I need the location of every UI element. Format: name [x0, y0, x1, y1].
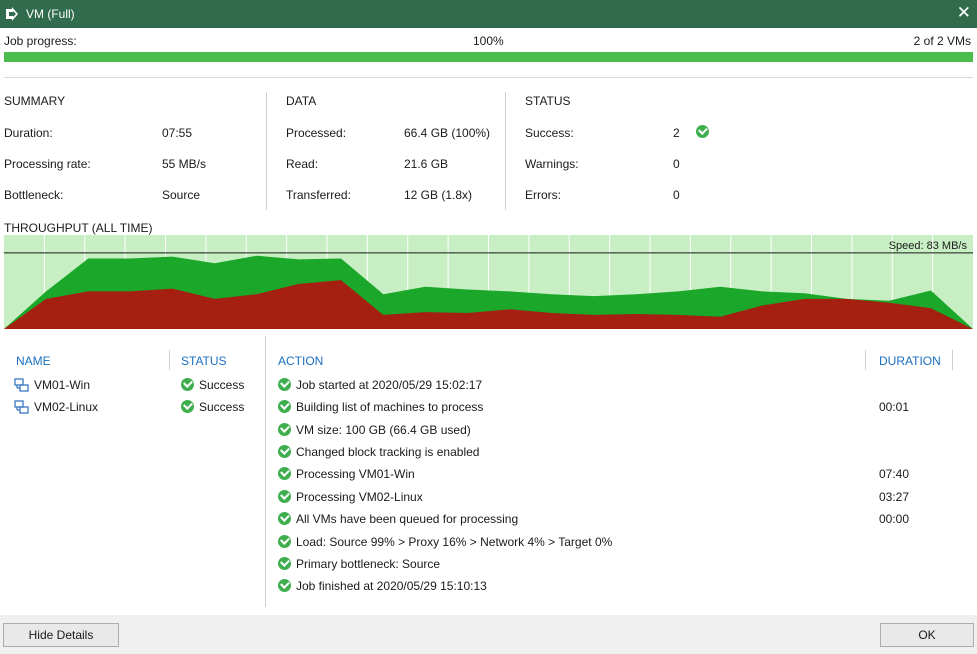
- divider: [865, 350, 866, 370]
- action-duration: 03:27: [879, 490, 910, 504]
- success-check-icon: [278, 557, 291, 570]
- processing-rate-value: 55 MB/s: [162, 157, 207, 171]
- errors-value: 0: [673, 188, 680, 202]
- vm-icon: [14, 378, 29, 392]
- details-panel: [0, 337, 977, 615]
- read-value: 21.6 GB: [404, 157, 449, 171]
- success-check-icon: [278, 400, 291, 413]
- vm-status: Success: [199, 400, 245, 414]
- processing-rate-label: Processing rate:: [4, 157, 91, 171]
- job-progress-label: Job progress:: [4, 34, 77, 48]
- status-header: STATUS: [525, 94, 571, 108]
- job-progress-bar: [4, 52, 973, 62]
- success-check-icon: [181, 378, 194, 391]
- warnings-label: Warnings:: [525, 157, 579, 171]
- warnings-value: 0: [673, 157, 680, 171]
- success-check-icon: [278, 467, 291, 480]
- processed-value: 66.4 GB (100%): [404, 126, 491, 140]
- success-check-icon: [181, 400, 194, 413]
- ok-button[interactable]: OK: [880, 623, 974, 647]
- success-check-icon: [278, 445, 291, 458]
- transferred-value: 12 GB (1.8x): [404, 188, 473, 202]
- data-header: DATA: [286, 94, 317, 108]
- action-text: Load: Source 99% > Proxy 16% > Network 4…: [296, 535, 613, 549]
- job-progress-percent: 100%: [473, 34, 504, 48]
- divider: [266, 92, 267, 210]
- window-title: VM (Full): [26, 7, 75, 21]
- bottleneck-value: Source: [162, 188, 201, 202]
- duration-value: 07:55: [162, 126, 193, 140]
- success-value: 2: [673, 126, 680, 140]
- close-button[interactable]: ✕: [957, 3, 971, 23]
- action-text: Job finished at 2020/05/29 15:10:13: [296, 579, 487, 593]
- play-arrow-icon: [6, 7, 18, 21]
- action-duration: 00:01: [879, 400, 910, 414]
- divider: [505, 92, 506, 210]
- job-progress-count: 2 of 2 VMs: [913, 34, 971, 48]
- transferred-label: Transferred:: [286, 188, 351, 202]
- name-column-header[interactable]: NAME: [16, 354, 51, 368]
- action-text: Processing VM02-Linux: [296, 490, 423, 504]
- errors-label: Errors:: [525, 188, 561, 202]
- success-check-icon: [278, 378, 291, 391]
- divider: [4, 77, 973, 78]
- bottleneck-label: Bottleneck:: [4, 188, 64, 202]
- success-check-icon: [278, 512, 291, 525]
- summary-header: SUMMARY: [4, 94, 66, 108]
- success-check-icon: [278, 535, 291, 548]
- action-text: Building list of machines to process: [296, 400, 484, 414]
- vm-name: VM02-Linux: [34, 400, 99, 414]
- duration-column-header[interactable]: DURATION: [879, 354, 941, 368]
- success-check-icon: [278, 579, 291, 592]
- success-label: Success:: [525, 126, 574, 140]
- hide-details-button[interactable]: Hide Details: [3, 623, 119, 647]
- read-label: Read:: [286, 157, 319, 171]
- success-check-icon: [278, 490, 291, 503]
- divider: [265, 336, 266, 607]
- success-check-icon: [278, 423, 291, 436]
- success-check-icon: [696, 125, 709, 138]
- duration-label: Duration:: [4, 126, 53, 140]
- divider: [169, 350, 170, 370]
- title-bar: VM (Full) ✕: [0, 0, 977, 28]
- action-text: Job started at 2020/05/29 15:02:17: [296, 378, 483, 392]
- throughput-chart: [4, 235, 973, 329]
- throughput-title: THROUGHPUT (ALL TIME): [4, 221, 153, 235]
- job-progress-fill: [4, 52, 973, 62]
- action-text: Changed block tracking is enabled: [296, 445, 480, 459]
- action-text: VM size: 100 GB (66.4 GB used): [296, 423, 471, 437]
- action-text: All VMs have been queued for processing: [296, 512, 519, 526]
- action-duration: 07:40: [879, 467, 910, 481]
- action-column-header[interactable]: ACTION: [278, 354, 323, 368]
- action-text: Primary bottleneck: Source: [296, 557, 441, 571]
- vm-status: Success: [199, 378, 245, 392]
- action-duration: 00:00: [879, 512, 910, 526]
- vm-icon: [14, 400, 29, 414]
- processed-label: Processed:: [286, 126, 347, 140]
- dialog-footer: [0, 615, 977, 654]
- speed-label: Speed: 83 MB/s: [888, 240, 967, 252]
- vm-name: VM01-Win: [34, 378, 91, 392]
- action-text: Processing VM01-Win: [296, 467, 415, 481]
- divider: [952, 350, 953, 370]
- status-column-header[interactable]: STATUS: [181, 354, 227, 368]
